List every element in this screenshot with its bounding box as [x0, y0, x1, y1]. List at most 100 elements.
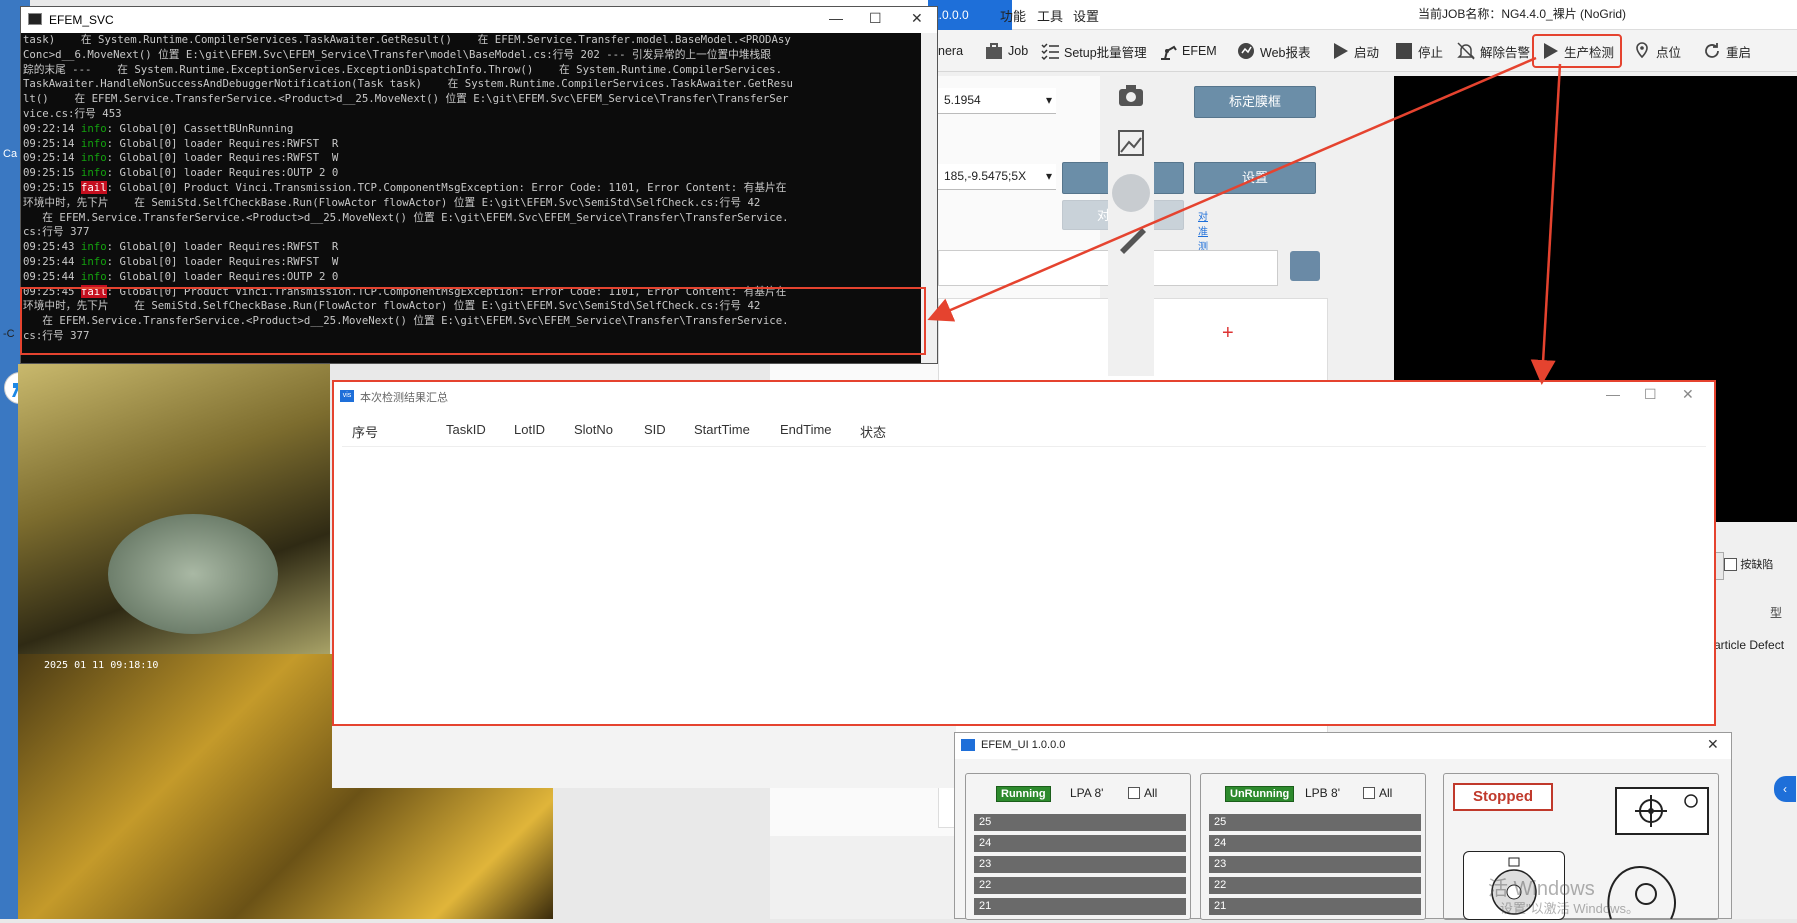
image-icon[interactable]: [1116, 128, 1146, 158]
defect-checkbox[interactable]: [1724, 558, 1737, 572]
set-button[interactable]: 设置: [1194, 162, 1316, 194]
lpa-label: LPA 8': [1070, 786, 1104, 800]
combo-value-2[interactable]: 185,-9.5475;5X ▾: [938, 164, 1056, 190]
maximize-icon[interactable]: ☐: [1644, 386, 1657, 403]
job-label: Job: [1008, 44, 1029, 58]
column-header-sid[interactable]: SID: [644, 422, 666, 437]
production-inspection-button[interactable]: 生产检测: [1532, 34, 1623, 68]
collapse-chevron-icon[interactable]: ‹: [1774, 776, 1796, 802]
minimize-icon[interactable]: —: [1606, 386, 1620, 402]
camera-icon[interactable]: [1116, 80, 1146, 110]
play-icon: [1330, 41, 1350, 61]
robot-arm-icon: [1158, 41, 1178, 61]
column-header-starttime[interactable]: StartTime: [694, 422, 750, 437]
setup-batch-button[interactable]: Setup批量管理: [1040, 37, 1147, 65]
checklist-icon: [1040, 41, 1060, 61]
play-icon: [1540, 41, 1560, 61]
clear-alarm-button[interactable]: 解除告警: [1456, 37, 1530, 65]
location-icon: [1632, 41, 1652, 61]
efem-ui-window: EFEM_UI 1.0.0.0 ✕ Running LPA 8' All 25 …: [954, 732, 1732, 920]
point-button[interactable]: 点位: [1632, 37, 1681, 65]
lpa-slot[interactable]: 25: [974, 814, 1186, 831]
restart-label: 重启: [1726, 45, 1752, 60]
lpb-status-badge: UnRunning: [1225, 786, 1295, 802]
combo-value-1-text: 5.1954: [944, 93, 981, 107]
lpa-all-label: All: [1144, 786, 1158, 800]
defect-filter[interactable]: 按缺陷: [1724, 556, 1797, 580]
error-highlight-box: [20, 287, 926, 355]
console-line: lt() 在 EFEM.Service.TransferService.<Pro…: [23, 92, 789, 106]
lpb-slot[interactable]: 22: [1209, 877, 1421, 894]
start-button[interactable]: 启动: [1330, 37, 1379, 65]
minimize-icon[interactable]: —: [829, 10, 843, 26]
summary-app-icon: vis: [340, 390, 354, 402]
grid-mode-icon[interactable]: [1112, 174, 1150, 212]
web-report-button[interactable]: Web报表: [1236, 37, 1310, 65]
lpa-slot[interactable]: 22: [974, 877, 1186, 894]
close-icon[interactable]: ✕: [911, 10, 923, 27]
camera-timestamp: 2025 01 11 09:18:10: [44, 660, 159, 671]
robot-stopped-status: Stopped: [1453, 783, 1553, 811]
lpb-all-checkbox[interactable]: [1363, 787, 1375, 799]
inspection-summary-window: vis 本次检测结果汇总 — ☐ ✕ 序号 TaskID LotID SlotN…: [332, 380, 1716, 726]
report-icon: [1236, 41, 1256, 61]
column-header-slotno[interactable]: SlotNo: [574, 422, 613, 437]
efem-button[interactable]: EFEM: [1158, 37, 1217, 65]
combo-value-1[interactable]: 5.1954 ▾: [938, 88, 1056, 114]
console-line: 09:22:14 info: Global[0] CassettBUnRunni…: [23, 121, 294, 135]
camera-button[interactable]: nera: [938, 37, 963, 65]
column-header-lotid[interactable]: LotID: [514, 422, 545, 437]
setup-batch-label: Setup批量管理: [1064, 45, 1147, 60]
current-job-name: 当前JOB名称：NG4.4.0_裸片 (NoGrid): [1418, 7, 1627, 21]
console-line: cs:行号 377: [23, 225, 90, 239]
console-line: TaskAwaiter.HandleNonSuccessAndDebuggerN…: [23, 77, 793, 91]
console-line: 09:25:14 info: Global[0] loader Requires…: [23, 136, 339, 150]
efem-label: EFEM: [1182, 44, 1217, 58]
efem-title: EFEM_UI 1.0.0.0: [981, 739, 1066, 751]
lpa-slot[interactable]: 24: [974, 835, 1186, 852]
efem-titlebar: EFEM_UI 1.0.0.0 ✕: [955, 733, 1731, 759]
console-line: 09:25:14 info: Global[0] loader Requires…: [23, 151, 339, 165]
close-icon[interactable]: ✕: [1707, 736, 1719, 753]
column-header-endtime[interactable]: EndTime: [780, 422, 832, 437]
job-button[interactable]: Job: [984, 37, 1028, 65]
column-header-index[interactable]: 序号: [352, 422, 378, 441]
lpa-slot[interactable]: 23: [974, 856, 1186, 873]
menu-tools[interactable]: 工具: [1037, 6, 1063, 25]
header-divider: [342, 446, 1706, 447]
console-line: 在 EFEM.Service.TransferService.<Product>…: [23, 210, 789, 224]
crosshair-plus-icon: +: [1222, 322, 1234, 344]
console-line: 09:25:44 info: Global[0] loader Requires…: [23, 254, 339, 268]
efem-app-icon: [961, 739, 975, 751]
column-header-status[interactable]: 状态: [860, 422, 886, 441]
console-line: vice.cs:行号 453: [23, 106, 122, 120]
console-title: EFEM_SVC: [49, 13, 114, 27]
lpb-slot[interactable]: 23: [1209, 856, 1421, 873]
load-port-b-panel: UnRunning LPB 8' All 25 24 23 22 21: [1200, 773, 1426, 920]
lpb-slot[interactable]: 21: [1209, 898, 1421, 915]
close-icon[interactable]: ✕: [1682, 386, 1694, 403]
summary-footer: [332, 726, 956, 788]
ruler-icon[interactable]: [1116, 224, 1146, 254]
bell-off-icon: [1456, 41, 1476, 61]
lpb-all-label: All: [1379, 786, 1393, 800]
menu-settings[interactable]: 设置: [1073, 6, 1099, 25]
maximize-icon[interactable]: ☐: [869, 10, 882, 27]
console-line: 09:25:43 info: Global[0] loader Requires…: [23, 240, 339, 254]
desktop-label: Ca: [3, 148, 18, 160]
lpa-all-checkbox[interactable]: [1128, 787, 1140, 799]
restart-icon: [1702, 41, 1722, 61]
lpa-slot[interactable]: 21: [974, 898, 1186, 915]
column-header-taskid[interactable]: TaskID: [446, 422, 486, 437]
menu-function[interactable]: 功能: [1000, 6, 1026, 25]
camera-label: nera: [938, 44, 964, 58]
wafer-image: [108, 514, 278, 634]
refresh-camera-icon[interactable]: [1290, 251, 1320, 281]
lpb-slot[interactable]: 24: [1209, 835, 1421, 852]
lpb-slot[interactable]: 25: [1209, 814, 1421, 831]
calibrate-frame-button[interactable]: 标定膜框: [1194, 86, 1316, 118]
lpb-label: LPB 8': [1305, 786, 1340, 800]
restart-button[interactable]: 重启: [1702, 37, 1751, 65]
clear-alarm-label: 解除告警: [1480, 45, 1531, 60]
stop-button[interactable]: 停止: [1394, 37, 1443, 65]
